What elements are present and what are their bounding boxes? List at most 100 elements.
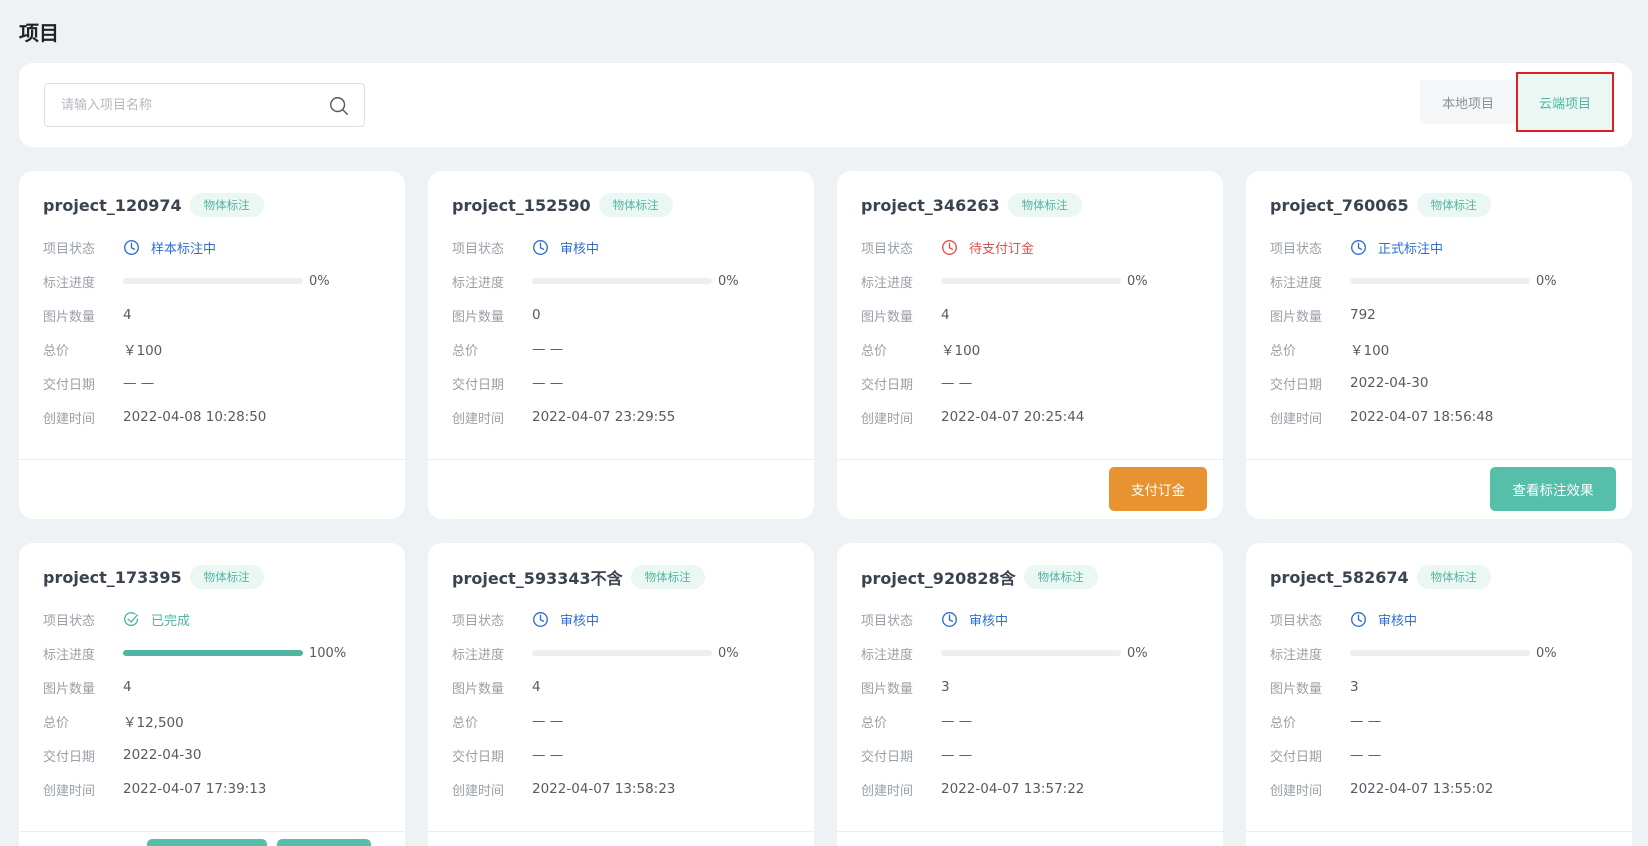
card-row-image-count: 图片数量 3 <box>861 676 950 698</box>
project-card[interactable]: project_173395 物体标注 项目状态 已完成 标注进度 100% 图片数量 4 总价… <box>19 543 405 846</box>
clock-icon <box>1350 239 1378 256</box>
card-row-created: 创建时间 2022-04-07 20:25:44 <box>861 406 1084 428</box>
field-label: 图片数量 <box>452 309 505 325</box>
status-text: 审核中 <box>560 613 600 629</box>
field-label: 创建时间 <box>452 411 505 427</box>
field-label: 项目状态 <box>1270 241 1323 257</box>
status-value: 审核中 <box>941 610 1008 629</box>
field-label: 标注进度 <box>861 647 914 663</box>
field-label: 总价 <box>1270 343 1297 359</box>
field-value: 0 <box>532 307 541 323</box>
project-name[interactable]: project_920828含 <box>861 565 1016 589</box>
card-row-progress: 标注进度 0% <box>1270 642 1557 664</box>
project-name[interactable]: project_582674 <box>1270 568 1409 587</box>
project-source-tabs: 本地项目 云端项目 <box>1420 72 1614 132</box>
project-card[interactable]: project_346263 物体标注 项目状态 待支付订金 标注进度 0% 图片数量 4 总价… <box>837 171 1223 519</box>
field-label: 图片数量 <box>43 681 96 697</box>
card-row-progress: 标注进度 100% <box>43 642 346 664</box>
field-value: — — <box>532 375 564 391</box>
card-row-delivery: 交付日期 — — <box>452 744 563 766</box>
view-annotation-button[interactable]: 查看标注效果 <box>1490 467 1616 511</box>
card-action-button[interactable] <box>147 839 267 846</box>
field-label: 标注进度 <box>1270 275 1323 291</box>
card-row-progress: 标注进度 0% <box>861 642 1148 664</box>
field-label: 总价 <box>861 715 888 731</box>
card-row-status: 项目状态 审核中 <box>861 608 1008 630</box>
card-row-delivery: 交付日期 2022-04-30 <box>43 744 201 766</box>
clock-icon <box>123 239 151 256</box>
field-value: — — <box>532 713 564 729</box>
card-title: project_593343不含 物体标注 <box>452 565 705 589</box>
card-row-image-count: 图片数量 792 <box>1270 304 1376 326</box>
progress-bar <box>123 650 303 656</box>
project-name[interactable]: project_760065 <box>1270 196 1409 215</box>
project-name[interactable]: project_346263 <box>861 196 1000 215</box>
field-label: 交付日期 <box>1270 749 1323 765</box>
tab-cloud-projects[interactable]: 云端项目 <box>1516 72 1614 132</box>
project-card[interactable]: project_760065 物体标注 项目状态 正式标注中 标注进度 0% 图片数量 792… <box>1246 171 1632 519</box>
project-name[interactable]: project_173395 <box>43 568 182 587</box>
project-card[interactable]: project_120974 物体标注 项目状态 样本标注中 标注进度 0% 图片数量 4 总价… <box>19 171 405 519</box>
project-name[interactable]: project_120974 <box>43 196 182 215</box>
tab-local-projects[interactable]: 本地项目 <box>1420 80 1516 124</box>
field-value: 2022-04-30 <box>1350 375 1429 391</box>
card-row-image-count: 图片数量 4 <box>43 304 132 326</box>
field-label: 项目状态 <box>861 241 914 257</box>
field-label: 图片数量 <box>861 681 914 697</box>
field-value: 4 <box>123 679 132 695</box>
field-value: — — <box>532 747 564 763</box>
card-row-created: 创建时间 2022-04-08 10:28:50 <box>43 406 266 428</box>
card-row-progress: 标注进度 0% <box>1270 270 1557 292</box>
project-name[interactable]: project_593343不含 <box>452 565 623 589</box>
field-value: 3 <box>1350 679 1359 695</box>
clock-icon <box>532 611 560 628</box>
page-title: 项目 <box>19 21 59 45</box>
search-box[interactable] <box>44 83 365 127</box>
card-divider <box>428 459 814 460</box>
card-row-status: 项目状态 审核中 <box>1270 608 1417 630</box>
field-value: 2022-04-08 10:28:50 <box>123 409 267 425</box>
status-value: 正式标注中 <box>1350 238 1443 257</box>
project-card[interactable]: project_582674 物体标注 项目状态 审核中 标注进度 0% 图片数量 3 总价 — … <box>1246 543 1632 846</box>
pay-deposit-button[interactable]: 支付订金 <box>1109 467 1207 511</box>
card-divider <box>1246 459 1632 460</box>
card-row-delivery: 交付日期 2022-04-30 <box>1270 372 1428 394</box>
card-row-progress: 标注进度 0% <box>452 642 739 664</box>
field-label: 交付日期 <box>452 377 505 393</box>
progress-bar <box>941 278 1121 284</box>
field-label: 项目状态 <box>452 241 505 257</box>
card-row-delivery: 交付日期 — — <box>43 372 154 394</box>
project-card[interactable]: project_152590 物体标注 项目状态 审核中 标注进度 0% 图片数量 0 总价 — … <box>428 171 814 519</box>
search-input[interactable] <box>45 84 315 126</box>
field-label: 标注进度 <box>43 647 96 663</box>
project-card[interactable]: project_920828含 物体标注 项目状态 审核中 标注进度 0% 图片数量 3 总价 —… <box>837 543 1223 846</box>
card-row-price: 总价 — — <box>452 710 563 732</box>
field-label: 交付日期 <box>1270 377 1323 393</box>
card-row-progress: 标注进度 0% <box>452 270 739 292</box>
status-text: 正式标注中 <box>1378 241 1444 257</box>
project-card[interactable]: project_593343不含 物体标注 项目状态 审核中 标注进度 0% 图片数量 4 总价… <box>428 543 814 846</box>
field-label: 总价 <box>1270 715 1297 731</box>
card-title: project_582674 物体标注 <box>1270 565 1491 589</box>
card-row-price: 总价 ￥100 <box>861 338 980 360</box>
status-value: 审核中 <box>532 610 599 629</box>
card-divider <box>428 831 814 832</box>
card-action-button[interactable] <box>277 839 371 846</box>
search-icon[interactable] <box>328 95 350 117</box>
project-type-tag: 物体标注 <box>1416 565 1491 589</box>
field-label: 创建时间 <box>861 411 914 427</box>
field-value: — — <box>532 341 564 357</box>
card-row-created: 创建时间 2022-04-07 23:29:55 <box>452 406 675 428</box>
field-label: 图片数量 <box>861 309 914 325</box>
project-name[interactable]: project_152590 <box>452 196 591 215</box>
card-title: project_120974 物体标注 <box>43 193 264 217</box>
project-type-tag: 物体标注 <box>598 193 673 217</box>
field-label: 项目状态 <box>861 613 914 629</box>
card-row-created: 创建时间 2022-04-07 13:55:02 <box>1270 778 1493 800</box>
status-text: 审核中 <box>969 613 1009 629</box>
card-title: project_920828含 物体标注 <box>861 565 1098 589</box>
field-label: 标注进度 <box>452 647 505 663</box>
field-label: 创建时间 <box>1270 783 1323 799</box>
field-label: 标注进度 <box>1270 647 1323 663</box>
card-row-created: 创建时间 2022-04-07 13:57:22 <box>861 778 1084 800</box>
